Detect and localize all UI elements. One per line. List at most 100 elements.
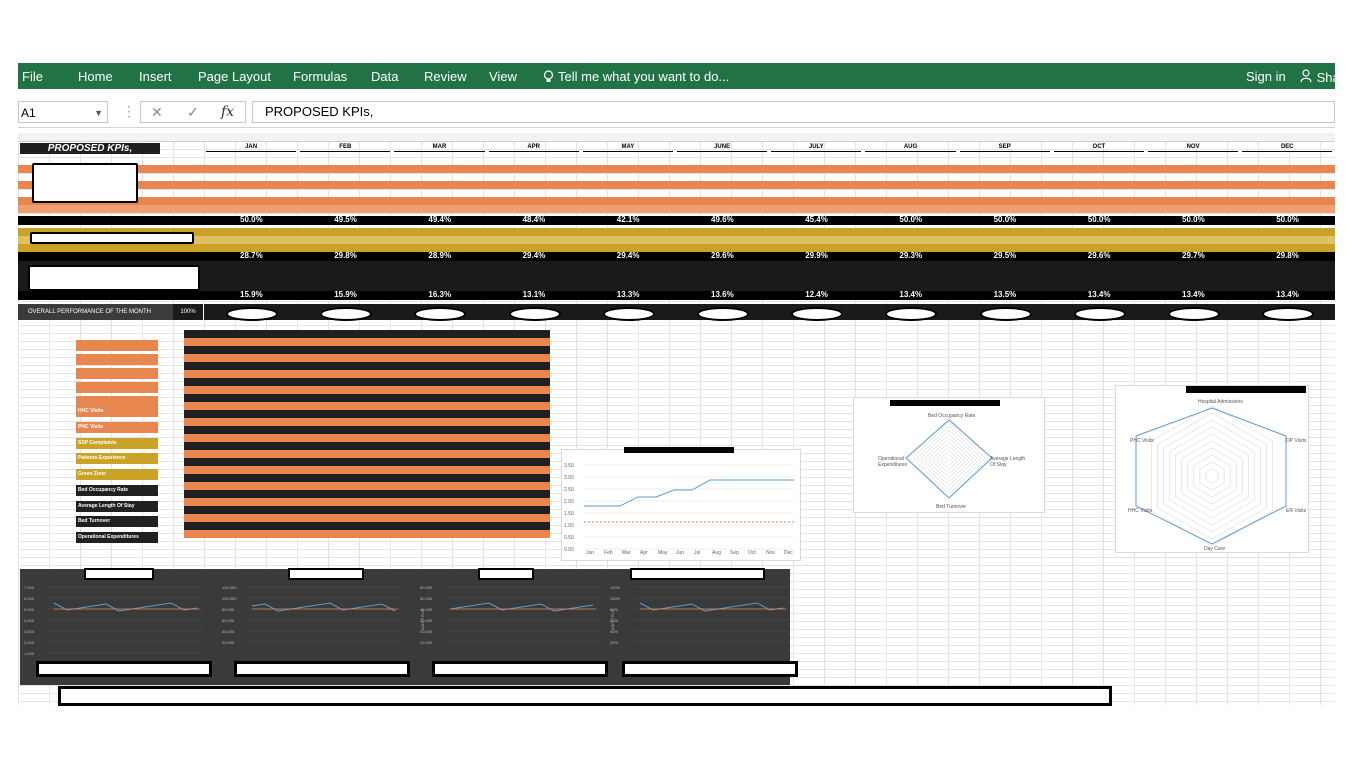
section-percent: 42.1% — [616, 215, 640, 224]
formula-bar-separator: ⋮ — [122, 103, 136, 119]
row-label: Green Zone — [76, 469, 158, 480]
month-header: OCT — [1053, 143, 1144, 152]
small-line-chart[interactable]: 7,000 6,000 5,000 4,000 3,000 2,000 1,000 — [24, 577, 212, 685]
tab-review[interactable]: Review — [424, 69, 467, 84]
redacted-legend — [622, 661, 798, 677]
x-tick-label: Feb — [604, 550, 613, 556]
axis-label: Bed Occupancy Rate — [928, 413, 976, 419]
redacted-oval — [1168, 307, 1220, 321]
y-axis-title: AXIS TITLE — [610, 608, 616, 631]
enter-icon[interactable]: ✓ — [187, 104, 199, 121]
radar-ring — [1199, 461, 1225, 491]
series-line — [53, 602, 198, 612]
month-header: JUNE — [677, 143, 768, 152]
series-line — [584, 479, 794, 507]
tab-view[interactable]: View — [489, 69, 517, 84]
section-percent: 50.0% — [1182, 215, 1205, 224]
tell-me-text: Tell me what you want to do... — [558, 69, 730, 84]
table-row — [184, 482, 550, 490]
section-percent: 29.6% — [1087, 251, 1111, 260]
table-row — [184, 450, 550, 458]
section-percent: 13.4% — [1276, 290, 1299, 299]
small-chart-svg: 120,000 100,000 80,000 60,000 40,000 20,000 — [222, 585, 402, 645]
table-row — [184, 506, 550, 514]
formula-bar: A1 ▼ ⋮ ✕ ✓ fx PROPOSED KPIs, — [18, 97, 1335, 128]
y-tick-label: 120% — [610, 585, 621, 590]
x-tick-label: Oct — [748, 550, 756, 556]
table-row — [184, 410, 550, 418]
month-header: APR — [488, 143, 579, 152]
table-row — [184, 418, 550, 426]
tab-home[interactable]: Home — [78, 69, 113, 84]
radar-chart-1[interactable]: Bed Occupancy Rate Average Length Of Sta… — [853, 397, 1045, 513]
section-percent: 50.0% — [899, 215, 923, 224]
trend-line-chart[interactable]: 3.50 3.00 2.50 2.00 1.50 1.00 0.50 0.00 Jan Feb M… — [561, 447, 801, 561]
small-line-chart[interactable]: 120,000 100,000 80,000 60,000 40,000 20,000 — [222, 577, 410, 685]
y-tick-label: 40,000 — [222, 629, 235, 634]
y-tick-label: 4,000 — [24, 618, 35, 623]
table-row — [184, 354, 550, 362]
sign-in-link[interactable]: Sign in — [1246, 69, 1286, 84]
row-label: Operational Expenditures — [76, 532, 158, 543]
series-line — [449, 602, 594, 612]
small-line-chart[interactable]: 120% 100% 80% 60% 40% 20% AXIS TITLE — [610, 577, 798, 685]
row-label: Bed Occupancy Rate — [76, 485, 158, 496]
cancel-icon[interactable]: ✕ — [151, 104, 163, 121]
name-box[interactable]: A1 ▼ — [18, 101, 108, 123]
tab-file[interactable]: File — [22, 69, 43, 84]
y-tick-label: 10,000 — [420, 640, 433, 645]
tab-insert[interactable]: Insert — [139, 69, 172, 84]
redacted-title — [624, 447, 734, 453]
radar-ring — [1193, 454, 1231, 498]
y-tick-label: 60,000 — [222, 618, 235, 623]
small-line-chart[interactable]: 60,000 50,000 40,000 30,000 20,000 10,000 AXIS… — [420, 577, 608, 685]
share-button[interactable]: Sha — [1300, 69, 1340, 85]
table-row — [184, 386, 550, 394]
section-total-row — [18, 216, 1335, 225]
tab-data[interactable]: Data — [371, 69, 398, 84]
tab-formulas[interactable]: Formulas — [293, 69, 347, 84]
tell-me-box[interactable]: Tell me what you want to do... — [543, 69, 729, 84]
tab-page-layout[interactable]: Page Layout — [198, 69, 271, 84]
y-tick-label: 80,000 — [222, 607, 235, 612]
redacted-title — [630, 568, 765, 580]
sheet-title[interactable]: PROPOSED KPIs, — [20, 143, 160, 154]
section-percent: 29.8% — [1276, 251, 1299, 260]
month-header: JAN — [206, 143, 297, 152]
section-percent: 49.5% — [334, 215, 357, 224]
redacted-oval — [320, 307, 373, 321]
radar-ring — [932, 441, 966, 475]
axis-label: OP Visits — [1286, 438, 1307, 444]
quality-rows — [18, 261, 1335, 291]
formula-input[interactable]: PROPOSED KPIs, — [252, 101, 1335, 123]
redacted-title — [288, 568, 364, 580]
row-label: PHC Visits — [76, 422, 158, 433]
axis-label: Operational Expenditures — [878, 456, 908, 468]
axis-label: Bed Turnover — [936, 504, 967, 510]
axis-label: HHC Visits — [1128, 508, 1153, 514]
section-percent: 13.3% — [616, 290, 640, 299]
radar-ring — [1181, 440, 1243, 512]
radar-chart-2[interactable]: Hospital Admissions OP Visits ER Visits … — [1115, 385, 1309, 553]
section-percent: 29.6% — [711, 251, 734, 260]
row-label — [76, 382, 158, 393]
y-tick-label: 2,000 — [24, 640, 35, 645]
function-icon[interactable]: fx — [221, 104, 234, 120]
kpi-dashboard: PROPOSED KPIs, JAN FEB MAR APR MAY JUNE JULY AU… — [18, 141, 1335, 321]
x-tick-label: Jun — [676, 550, 684, 556]
y-tick-label: 0.00 — [564, 547, 574, 553]
radar-ring — [924, 433, 974, 483]
section-percent: 50.0% — [1087, 215, 1111, 224]
section-percent: 13.6% — [711, 290, 734, 299]
name-box-value: A1 — [21, 106, 36, 120]
table-row — [184, 370, 550, 378]
radar-svg — [1135, 405, 1287, 547]
row-label: HHC Visits — [76, 406, 158, 417]
axis-label: ER Visits — [1286, 508, 1307, 514]
table-row — [184, 474, 550, 482]
redacted-legend — [234, 661, 410, 677]
axis-label: Day Care — [1204, 546, 1226, 552]
y-tick-label: 6,000 — [24, 596, 35, 601]
section-percent: 29.4% — [616, 251, 640, 260]
chevron-down-icon[interactable]: ▼ — [94, 102, 103, 124]
